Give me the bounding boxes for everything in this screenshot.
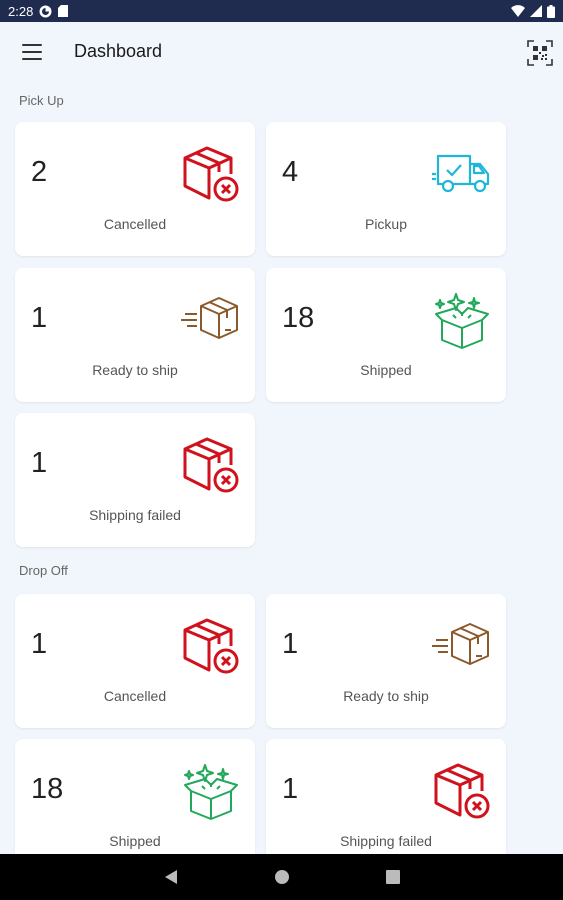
count: 1 [31,628,48,660]
moving-box-icon [432,623,489,665]
recents-icon[interactable] [385,870,400,884]
battery-icon [547,4,555,18]
card-dropoff-failed[interactable]: 1 Shipping failed [266,739,506,873]
section-label-pickup: Pick Up [19,93,64,108]
count: 1 [282,628,299,660]
status-time: 2:28 [8,3,34,19]
card-pickup-failed[interactable]: 1 Shipping failed [15,413,255,547]
qr-scan-icon[interactable] [527,40,553,66]
menu-icon[interactable] [22,44,42,60]
card-label: Cancelled [103,688,167,704]
status-bar: 2:28 [0,0,563,22]
card-label: Shipping failed [89,507,181,523]
count: 18 [31,773,64,805]
home-icon[interactable] [274,869,290,885]
count: 4 [282,156,299,188]
card-pickup-pickup[interactable]: 4 Pickup [266,122,506,256]
card-dropoff-ready[interactable]: 1 Ready to ship [266,594,506,728]
card-label: Cancelled [103,216,167,232]
card-label: Ready to ship [92,362,178,378]
section-label-dropoff: Drop Off [19,563,68,578]
moving-box-icon [181,297,238,339]
card-label: Pickup [364,216,408,232]
count: 1 [31,302,48,334]
count: 1 [31,447,48,479]
cancelled-box-icon [183,437,239,493]
count: 18 [282,302,315,334]
count: 1 [282,773,299,805]
count: 2 [31,156,48,188]
card-pickup-ready[interactable]: 1 Ready to ship [15,268,255,402]
cancelled-box-icon [183,146,239,202]
card-label: Shipping failed [340,833,432,849]
sd-card-icon [58,5,69,17]
cancelled-box-icon [183,618,239,674]
back-icon[interactable] [164,869,178,885]
card-dropoff-cancelled[interactable]: 1 Cancelled [15,594,255,728]
sync-icon [39,5,52,17]
card-label: Ready to ship [343,688,429,704]
app-bar: Dashboard [0,22,563,84]
card-dropoff-shipped[interactable]: 18 Shipped [15,739,255,873]
card-label: Shipped [109,833,161,849]
card-pickup-cancelled[interactable]: 2 Cancelled [15,122,255,256]
card-pickup-shipped[interactable]: 18 Shipped [266,268,506,402]
signal-icon [530,5,542,17]
page-title: Dashboard [74,41,163,61]
open-box-sparkles-icon [435,293,489,349]
cancelled-box-icon [434,763,490,819]
system-nav-bar [0,854,563,900]
open-box-sparkles-icon [184,764,238,820]
card-label: Shipped [360,362,412,378]
wifi-icon [511,5,525,17]
delivery-truck-icon [432,154,490,193]
